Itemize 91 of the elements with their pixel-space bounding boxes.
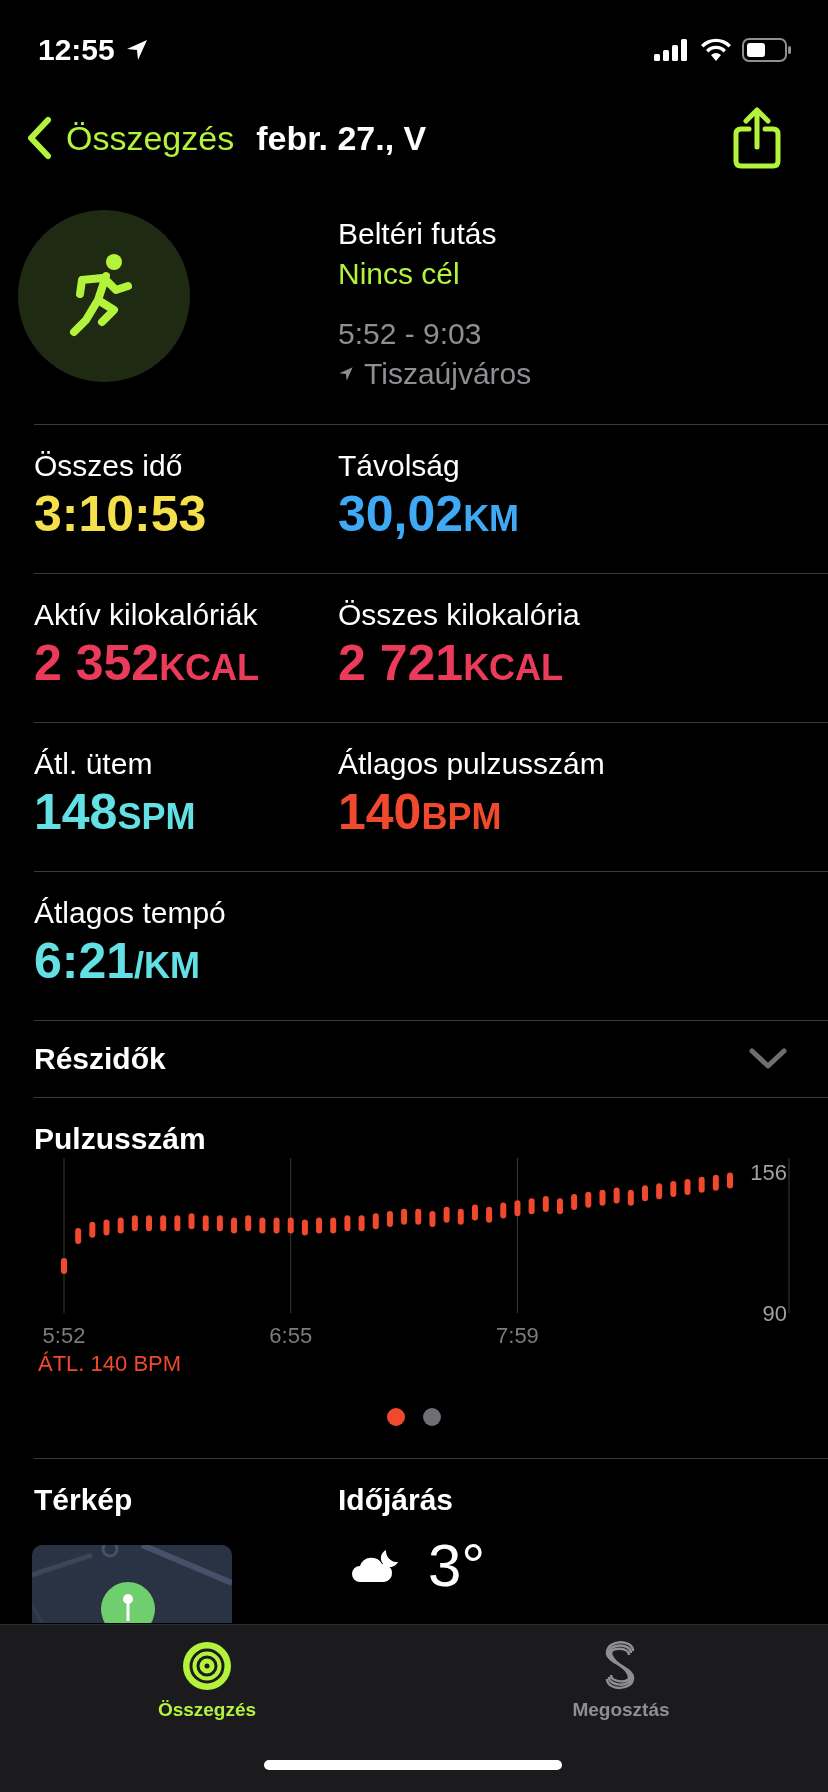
nav-title: febr. 27., V	[256, 118, 428, 158]
chart-point	[486, 1206, 493, 1223]
chart-point	[344, 1215, 351, 1232]
tab[interactable]: Megosztás	[414, 1625, 828, 1725]
workout-goal: Nincs cél	[338, 256, 461, 292]
status-time: 12:55	[38, 33, 115, 67]
chart-point	[443, 1206, 450, 1223]
axis-label: 6:55	[269, 1323, 313, 1348]
chart-point	[117, 1217, 124, 1234]
page-dot[interactable]	[423, 1408, 441, 1426]
chart-point	[301, 1219, 308, 1236]
metric-value: 2 352KCAL	[34, 634, 261, 693]
tab[interactable]: Összegzés	[0, 1625, 414, 1725]
splits-row[interactable]: Részidők	[0, 1021, 828, 1097]
metric-value: 30,02KM	[338, 485, 521, 544]
map-title: Térkép	[34, 1483, 133, 1516]
metric-label: Távolság	[338, 448, 461, 484]
chart-point	[202, 1215, 209, 1232]
axis-label: 5:52	[42, 1323, 86, 1348]
chart-point	[528, 1198, 535, 1215]
chart-point	[471, 1204, 478, 1221]
average-label: ÁTL. 140 BPM	[37, 1350, 183, 1378]
chart-point	[599, 1189, 606, 1206]
workout-location: Tiszaújváros	[364, 356, 532, 392]
chart-point	[316, 1217, 323, 1234]
chart-point	[386, 1211, 393, 1227]
metric-value: 140BPM	[338, 783, 503, 842]
chart-point	[103, 1219, 110, 1236]
chart-point	[372, 1213, 379, 1230]
chart-point	[61, 1258, 67, 1274]
workout-time: 5:52 - 9:03	[338, 316, 483, 352]
chart-point	[514, 1200, 521, 1217]
chart-point	[727, 1172, 733, 1189]
metric-value: 148SPM	[34, 783, 197, 842]
chart-point	[75, 1228, 82, 1245]
chart-point	[358, 1215, 365, 1232]
wifi-icon	[700, 38, 732, 62]
metric-label: Összes idő	[34, 448, 184, 484]
metric-label: Aktív kilokalóriák	[34, 597, 259, 633]
chart-point	[642, 1185, 648, 1202]
chart-point	[500, 1202, 507, 1219]
share-icon	[733, 107, 781, 169]
chart-point	[287, 1217, 294, 1234]
metric-value: 6:21/KM	[34, 932, 202, 991]
chart-point	[684, 1178, 691, 1195]
chart-point	[627, 1189, 634, 1206]
chart-point	[415, 1208, 422, 1225]
metric-label: Átl. ütem	[34, 746, 154, 782]
page-dot[interactable]	[387, 1408, 405, 1426]
chart-point	[429, 1211, 436, 1227]
chart-title: Pulzusszám	[34, 1121, 207, 1157]
chart-point	[259, 1217, 266, 1234]
battery-icon	[742, 37, 792, 63]
chart-point	[89, 1221, 96, 1238]
chart-point	[556, 1198, 563, 1215]
temperature: 3°	[428, 1531, 486, 1600]
chart-point	[146, 1215, 152, 1232]
chart-point	[585, 1191, 592, 1208]
chart-point	[712, 1174, 719, 1191]
back-button[interactable]: Összegzés	[26, 116, 235, 160]
metric-value: 3:10:53	[34, 485, 208, 543]
chart-point	[670, 1181, 677, 1198]
chart-point	[330, 1217, 337, 1234]
chart-point	[231, 1217, 238, 1234]
chart-point	[273, 1217, 280, 1234]
axis-label: 7:59	[496, 1323, 539, 1348]
weather-title: Időjárás	[338, 1483, 454, 1516]
chart-point	[698, 1176, 705, 1193]
chart-point	[245, 1215, 252, 1232]
chart-point	[542, 1196, 549, 1213]
chart-point	[613, 1187, 620, 1204]
rings-icon	[182, 1641, 232, 1691]
location-arrow-icon	[338, 366, 354, 382]
metric-label: Összes kilokalória	[338, 597, 581, 633]
chart-point	[216, 1215, 223, 1232]
chart-point	[457, 1208, 464, 1225]
axis-label: 90	[762, 1300, 787, 1326]
chevron-left-icon	[26, 116, 52, 160]
chart-point	[571, 1193, 578, 1210]
chart-point	[401, 1208, 408, 1225]
workout-type: Beltéri futás	[338, 216, 498, 252]
chart-point	[131, 1215, 138, 1232]
axis-label: 156	[750, 1159, 787, 1185]
metric-value: 2 721KCAL	[338, 634, 565, 693]
signal-icon	[654, 38, 690, 62]
chart-point	[656, 1183, 663, 1200]
chart-point	[188, 1213, 195, 1230]
metric-label: Átlagos tempó	[34, 895, 227, 931]
chart-point	[174, 1215, 181, 1232]
chart-point	[160, 1215, 167, 1232]
metric-label: Átlagos pulzusszám	[338, 746, 606, 782]
